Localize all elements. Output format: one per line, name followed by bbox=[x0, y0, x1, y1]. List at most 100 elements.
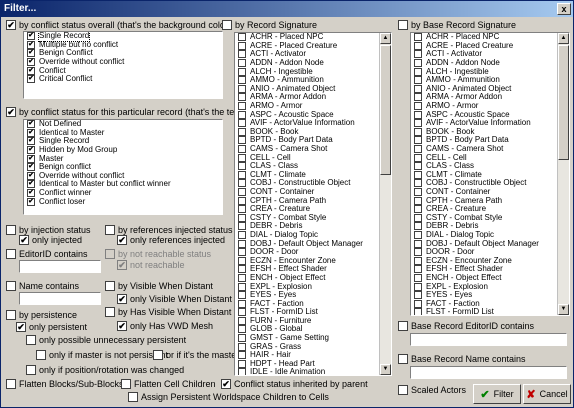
checkbox-icon[interactable] bbox=[414, 93, 422, 102]
checkbox-icon[interactable] bbox=[414, 222, 422, 231]
checkbox-icon[interactable] bbox=[238, 222, 246, 231]
checkbox-icon[interactable] bbox=[238, 67, 246, 76]
checkbox-icon[interactable] bbox=[238, 102, 246, 111]
checkbox-icon[interactable] bbox=[238, 162, 246, 171]
checkbox-icon[interactable] bbox=[238, 230, 246, 239]
checkbox-icon[interactable] bbox=[414, 308, 422, 315]
checkbox-icon[interactable] bbox=[238, 248, 246, 257]
checkbox-icon[interactable] bbox=[414, 59, 422, 68]
checkbox-icon[interactable] bbox=[414, 265, 422, 274]
checkbox-icon[interactable] bbox=[27, 189, 35, 198]
checkbox-icon[interactable] bbox=[238, 325, 246, 334]
checkbox-icon[interactable] bbox=[238, 334, 246, 343]
base-record-signature-scrollbar[interactable]: ▲ ▼ bbox=[557, 33, 569, 315]
conflict-particular-list[interactable]: Not DefinedIdentical to MasterSingle Rec… bbox=[23, 119, 223, 215]
checkbox-icon[interactable] bbox=[27, 49, 35, 58]
checkbox-icon[interactable] bbox=[238, 359, 246, 368]
editor-id-checkbox[interactable]: EditorID contains bbox=[6, 249, 88, 259]
list-item[interactable]: Critical Conflict bbox=[24, 74, 222, 84]
checkbox-icon[interactable] bbox=[414, 187, 422, 196]
checkbox-icon[interactable] bbox=[414, 196, 422, 205]
only-persistent-checkbox[interactable]: only persistent bbox=[16, 322, 87, 332]
visible-when-distant-checkbox[interactable]: by Visible When Distant bbox=[105, 281, 213, 291]
checkbox-icon[interactable] bbox=[414, 153, 422, 162]
checkbox-icon[interactable] bbox=[238, 196, 246, 205]
checkbox-icon[interactable] bbox=[238, 145, 246, 154]
conflict-inherited-checkbox[interactable]: Conflict status inherited by parent bbox=[221, 379, 368, 389]
scroll-down-icon[interactable]: ▼ bbox=[380, 364, 391, 375]
list-item[interactable]: FLST - FormID List bbox=[411, 307, 569, 315]
base-record-signature-list[interactable]: ACHR - Placed NPC ACRE - Placed Creature A… bbox=[410, 32, 570, 316]
checkbox-icon[interactable] bbox=[27, 128, 35, 137]
only-visible-when-distant-checkbox[interactable]: only Visible When Distant bbox=[117, 294, 232, 304]
checkbox-icon[interactable] bbox=[238, 50, 246, 59]
checkbox-icon[interactable] bbox=[414, 67, 422, 76]
conflict-overall-list[interactable]: Single RecordMultiple but no conflictBen… bbox=[23, 31, 223, 99]
checkbox-icon[interactable] bbox=[414, 145, 422, 154]
not-reachable-status-checkbox[interactable]: by not reachable status bbox=[105, 249, 211, 259]
checkbox-icon[interactable] bbox=[414, 230, 422, 239]
scroll-up-icon[interactable]: ▲ bbox=[558, 33, 569, 44]
checkbox-icon[interactable] bbox=[238, 153, 246, 162]
checkbox-icon[interactable] bbox=[414, 162, 422, 171]
checkbox-icon[interactable] bbox=[238, 291, 246, 300]
persistence-checkbox[interactable]: by persistence bbox=[6, 310, 77, 320]
only-has-vwd-mesh-checkbox[interactable]: only Has VWD Mesh bbox=[117, 321, 213, 331]
scroll-thumb[interactable] bbox=[380, 45, 391, 175]
checkbox-icon[interactable] bbox=[238, 368, 246, 375]
checkbox-icon[interactable] bbox=[414, 282, 422, 291]
checkbox-icon[interactable] bbox=[414, 291, 422, 300]
record-signature-checkbox[interactable]: by Record Signature bbox=[222, 20, 317, 30]
checkbox-icon[interactable] bbox=[414, 76, 422, 85]
flatten-blocks-checkbox[interactable]: Flatten Blocks/Sub-Blocks bbox=[6, 379, 124, 389]
base-record-signature-checkbox[interactable]: by Base Record Signature bbox=[398, 20, 516, 30]
scaled-actors-checkbox[interactable]: Scaled Actors bbox=[398, 385, 466, 395]
editor-id-input[interactable] bbox=[19, 260, 101, 273]
close-button[interactable]: x bbox=[557, 3, 571, 15]
checkbox-icon[interactable] bbox=[27, 32, 35, 41]
checkbox-icon[interactable] bbox=[238, 316, 246, 325]
checkbox-icon[interactable] bbox=[27, 58, 35, 67]
scroll-thumb[interactable] bbox=[558, 45, 569, 160]
checkbox-icon[interactable] bbox=[414, 248, 422, 257]
checkbox-icon[interactable] bbox=[414, 256, 422, 265]
checkbox-icon[interactable] bbox=[414, 50, 422, 59]
checkbox-icon[interactable] bbox=[27, 137, 35, 146]
checkbox-icon[interactable] bbox=[238, 110, 246, 119]
checkbox-icon[interactable] bbox=[414, 102, 422, 111]
checkbox-icon[interactable] bbox=[238, 59, 246, 68]
name-contains-input[interactable] bbox=[19, 292, 101, 305]
checkbox-icon[interactable] bbox=[414, 239, 422, 248]
checkbox-icon[interactable] bbox=[238, 170, 246, 179]
checkbox-icon[interactable] bbox=[27, 40, 35, 49]
checkbox-icon[interactable] bbox=[27, 154, 35, 163]
checkbox-icon[interactable] bbox=[414, 110, 422, 119]
only-if-master-not-persistent-checkbox[interactable]: only if master is not persistent bbox=[36, 350, 168, 360]
checkbox-icon[interactable] bbox=[238, 265, 246, 274]
checkbox-icon[interactable] bbox=[238, 93, 246, 102]
or-if-its-the-master-checkbox[interactable]: or if it's the master bbox=[153, 350, 239, 360]
checkbox-icon[interactable] bbox=[414, 273, 422, 282]
checkbox-icon[interactable] bbox=[414, 179, 422, 188]
filter-button[interactable]: ✔ Filter bbox=[473, 384, 521, 404]
checkbox-icon[interactable] bbox=[27, 180, 35, 189]
assign-persistent-worldspace-checkbox[interactable]: Assign Persistent Worldspace Children to… bbox=[128, 392, 329, 402]
scroll-down-icon[interactable]: ▼ bbox=[558, 304, 569, 315]
cancel-button[interactable]: ✘ Cancel bbox=[523, 384, 571, 404]
name-contains-checkbox[interactable]: Name contains bbox=[6, 281, 79, 291]
checkbox-icon[interactable] bbox=[414, 205, 422, 214]
references-injected-checkbox[interactable]: by references injected status bbox=[105, 225, 233, 235]
checkbox-icon[interactable] bbox=[414, 33, 422, 42]
checkbox-icon[interactable] bbox=[238, 239, 246, 248]
checkbox-icon[interactable] bbox=[238, 308, 246, 317]
checkbox-icon[interactable] bbox=[238, 179, 246, 188]
checkbox-icon[interactable] bbox=[414, 127, 422, 136]
record-signature-scrollbar[interactable]: ▲ ▼ bbox=[379, 33, 391, 375]
record-signature-list[interactable]: ACHR - Placed NPC ACRE - Placed Creature A… bbox=[234, 32, 392, 376]
checkbox-icon[interactable] bbox=[238, 127, 246, 136]
flatten-cell-children-checkbox[interactable]: Flatten Cell Children bbox=[121, 379, 216, 389]
checkbox-icon[interactable] bbox=[414, 119, 422, 128]
checkbox-icon[interactable] bbox=[27, 120, 35, 129]
conflict-particular-checkbox[interactable]: by conflict status for this particular r… bbox=[6, 107, 266, 117]
checkbox-icon[interactable] bbox=[414, 213, 422, 222]
